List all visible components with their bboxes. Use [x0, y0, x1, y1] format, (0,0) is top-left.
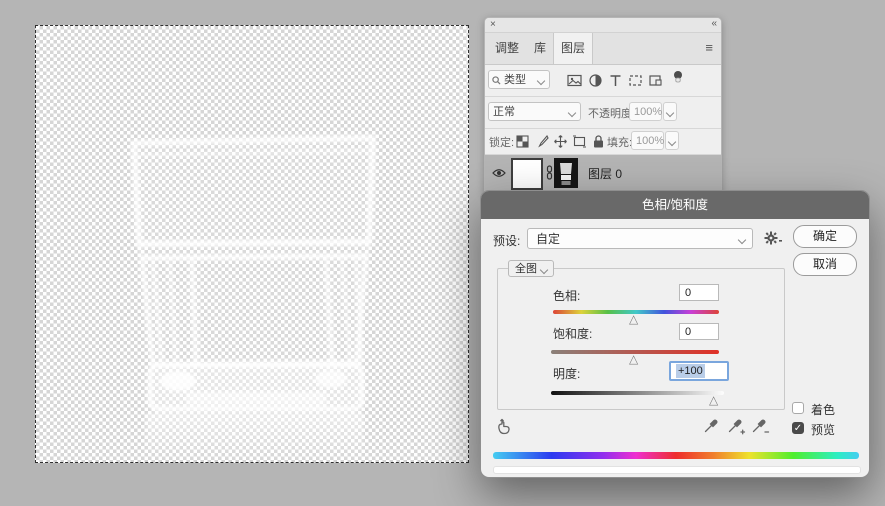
preview-checkbox[interactable]: ✓: [792, 422, 804, 434]
chevron-down-icon: [738, 236, 746, 244]
tab-libraries[interactable]: 库: [525, 33, 555, 63]
filter-type-label: 类型: [504, 74, 526, 86]
colorize-checkbox[interactable]: [792, 402, 804, 414]
search-icon: [492, 76, 501, 85]
pixel-layer-filter-icon[interactable]: [567, 73, 582, 88]
opacity-label: 不透明度:: [588, 105, 635, 121]
layer-visibility-eye-icon[interactable]: [492, 168, 506, 178]
preset-options-gear-icon[interactable]: [764, 231, 782, 246]
lock-pixels-brush-icon[interactable]: [535, 134, 550, 149]
fill-dropdown-button[interactable]: [665, 131, 679, 150]
smart-object-filter-icon[interactable]: [648, 73, 663, 88]
type-layer-filter-icon[interactable]: [608, 73, 623, 88]
panel-menu-icon[interactable]: ≡: [705, 33, 713, 63]
lightness-selected-text: +100: [676, 364, 705, 378]
layer-row[interactable]: 图层 0: [485, 155, 721, 193]
glass-image: [126, 111, 381, 461]
chevron-down-icon: [668, 138, 676, 146]
tab-layers[interactable]: 图层: [553, 33, 593, 64]
subtract-sample-eyedropper-icon[interactable]: [751, 418, 770, 435]
channel-value: 全图: [515, 263, 537, 275]
close-icon[interactable]: ×: [490, 18, 496, 31]
collapse-panel-icon[interactable]: «: [711, 17, 716, 30]
layer-name: 图层 0: [588, 155, 622, 193]
ok-button[interactable]: 确定: [793, 225, 857, 248]
add-sample-eyedropper-icon[interactable]: [727, 418, 746, 435]
layers-panel: × « 调整 库 图层 ≡ 类型: [484, 17, 722, 195]
dialog-title-bar[interactable]: 色相/饱和度: [481, 191, 869, 219]
dialog-title: 色相/饱和度: [642, 198, 708, 212]
targeted-adjustment-hand-icon[interactable]: [494, 417, 514, 437]
lightness-label: 明度:: [553, 365, 580, 382]
sample-eyedropper-icon[interactable]: [703, 418, 719, 434]
saturation-label: 饱和度:: [553, 325, 592, 342]
blend-mode-row: 正常 不透明度: 100%: [485, 97, 721, 129]
layer-filter-row: 类型: [485, 65, 721, 97]
lock-artboard-icon[interactable]: [572, 134, 587, 149]
panel-top-bar: × «: [485, 18, 721, 33]
chevron-down-icon: [666, 109, 674, 117]
blend-mode-dropdown[interactable]: 正常: [488, 102, 581, 121]
lock-row: 锁定: 填充: 100%: [485, 129, 721, 155]
blend-mode-value: 正常: [493, 106, 515, 118]
lock-transparency-icon[interactable]: [515, 134, 530, 149]
lock-label: 锁定:: [489, 134, 514, 150]
fill-label: 填充:: [607, 134, 632, 150]
mask-link-chain-icon[interactable]: [546, 165, 553, 180]
photoshop-workspace: × « 调整 库 图层 ≡ 类型: [0, 0, 885, 506]
lightness-input[interactable]: +100: [669, 361, 729, 381]
lightness-slider[interactable]: [551, 391, 724, 395]
chevron-down-icon: [568, 109, 576, 117]
cancel-button[interactable]: 取消: [793, 253, 857, 276]
opacity-dropdown-button[interactable]: [663, 102, 677, 121]
original-hue-strip: [493, 452, 859, 459]
hue-slider-thumb[interactable]: △: [629, 313, 638, 325]
hue-saturation-dialog: 色相/饱和度 预设: 自定 确定 取消 全图: [480, 190, 870, 478]
lock-all-padlock-icon[interactable]: [591, 134, 606, 149]
filter-type-dropdown[interactable]: 类型: [488, 70, 550, 89]
saturation-input[interactable]: 0: [679, 323, 719, 340]
adjusted-hue-strip: [493, 466, 861, 474]
hue-label: 色相:: [553, 287, 580, 304]
layer-mask-thumbnail[interactable]: [511, 158, 543, 190]
chevron-down-icon: [540, 266, 548, 274]
saturation-slider-thumb[interactable]: △: [629, 353, 638, 365]
lock-position-move-icon[interactable]: [553, 134, 568, 149]
preset-value: 自定: [536, 232, 560, 246]
preview-label: 预览: [811, 421, 835, 438]
channel-group-box: [497, 268, 785, 410]
opacity-value[interactable]: 100%: [629, 102, 662, 121]
lightness-slider-thumb[interactable]: △: [709, 394, 718, 406]
fill-value[interactable]: 100%: [631, 131, 664, 150]
shape-layer-filter-icon[interactable]: [628, 73, 643, 88]
layer-thumbnail[interactable]: [554, 158, 578, 188]
filter-toggle-dot-icon[interactable]: [671, 70, 686, 85]
tab-adjustments[interactable]: 调整: [487, 33, 527, 63]
hue-input[interactable]: 0: [679, 284, 719, 301]
adjustment-layer-filter-icon[interactable]: [588, 73, 603, 88]
document-canvas[interactable]: [35, 25, 469, 463]
colorize-label: 着色: [811, 401, 835, 418]
preset-label: 预设:: [493, 232, 520, 249]
channel-dropdown[interactable]: 全图: [508, 260, 554, 277]
preset-dropdown[interactable]: 自定: [527, 228, 753, 249]
panel-tab-bar: 调整 库 图层 ≡: [485, 33, 721, 65]
chevron-down-icon: [537, 77, 545, 85]
